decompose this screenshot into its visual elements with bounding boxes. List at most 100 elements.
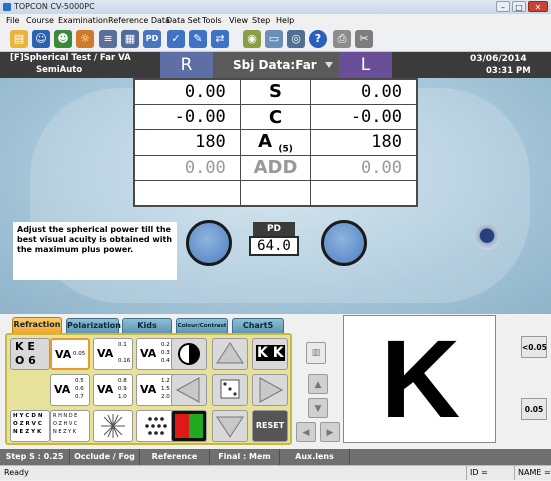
left-lens	[321, 220, 367, 266]
va-chart-button-1[interactable]: VA 0.1 0.16	[93, 338, 133, 370]
adjust-chart-icon[interactable]: ⇄	[211, 30, 229, 48]
pd-tool-icon[interactable]: PD	[143, 30, 161, 48]
patient-icon[interactable]: ☺	[32, 30, 50, 48]
test-name: [F]Spherical Test / Far VA	[10, 53, 131, 63]
va-values: 0.8 0.9 1.0	[118, 378, 127, 400]
va-single-button[interactable]: VA 0.05	[50, 338, 90, 370]
reset-button[interactable]: RESET	[252, 410, 288, 442]
va-chart-button-3[interactable]: VA 0.5 0.6 0.7	[50, 374, 90, 406]
close-button[interactable]: ✕	[528, 1, 548, 12]
va-chart-button-5[interactable]: VA 1.2 1.5 2.0	[136, 374, 176, 406]
open-folder-icon[interactable]: ▤	[10, 30, 28, 48]
left-eye-button[interactable]: L	[339, 52, 392, 78]
check-chart-icon[interactable]: ✓	[167, 30, 185, 48]
scroll-up-icon[interactable]: ▲	[308, 374, 328, 394]
title-bar: TOPCON CV-5000PC – □ ✕	[0, 0, 551, 14]
va-label: VA	[140, 347, 157, 360]
tab-polarization[interactable]: Polarization	[66, 318, 121, 333]
menu-tools[interactable]: Tools	[202, 14, 222, 27]
arrow-right-icon[interactable]	[252, 374, 288, 406]
letter-chart-text: H Y C D NO Z R V CN E Z Y K	[13, 413, 43, 435]
menu-reference-data[interactable]: Reference Data	[108, 14, 170, 27]
monitor-icon[interactable]: ▭	[265, 30, 283, 48]
va-chart-icon[interactable]: ✎	[189, 30, 207, 48]
left-axis-value[interactable]: 180	[310, 129, 418, 156]
arrow-up-icon[interactable]	[212, 338, 248, 370]
menu-view[interactable]: View	[229, 14, 248, 27]
split-view-icon[interactable]: ▥	[306, 342, 326, 364]
cylinder-label[interactable]: C	[239, 103, 312, 131]
eye-icon[interactable]: ◎	[287, 30, 305, 48]
tab-refraction[interactable]: Refraction	[12, 317, 62, 334]
right-axis-value[interactable]: 180	[133, 129, 241, 156]
left-sphere-value[interactable]: 0.00	[310, 78, 418, 105]
group-icon[interactable]: ☻	[54, 30, 72, 48]
tab-chart5[interactable]: Chart5	[232, 318, 284, 333]
left-add-value[interactable]: 0.00	[310, 154, 418, 182]
axis-label-cell[interactable]: A (5)	[239, 129, 312, 156]
list-icon[interactable]: ≡	[99, 30, 117, 48]
axis-step: (5)	[278, 144, 293, 155]
va-chart-button-4[interactable]: VA 0.8 0.9 1.0	[93, 374, 133, 406]
va-label: VA	[55, 348, 72, 361]
pd-value[interactable]: 64.0	[249, 236, 299, 256]
va-005-button[interactable]: 0.05	[521, 398, 547, 420]
right-cylinder-value[interactable]: -0.00	[133, 103, 241, 131]
menu-step[interactable]: Step	[252, 14, 270, 27]
letter-chart-button-1[interactable]: H Y C D NO Z R V CN E Z Y K	[10, 410, 50, 442]
right-add-value[interactable]: 0.00	[133, 154, 241, 182]
print-icon[interactable]: ⎙	[333, 30, 351, 48]
menu-file[interactable]: File	[6, 14, 19, 27]
sphere-label[interactable]: S	[239, 78, 312, 105]
scroll-right-icon[interactable]: ▶	[320, 422, 340, 442]
right-sphere-value[interactable]: 0.00	[133, 78, 241, 105]
ke-chart-button[interactable]: K E O 6	[10, 338, 50, 370]
chart-preview: K	[343, 315, 496, 443]
menu-course[interactable]: Course	[26, 14, 54, 27]
help-icon[interactable]: ?	[309, 30, 327, 48]
reference-data-button[interactable]: Reference Data	[140, 449, 210, 477]
group-settings-icon[interactable]: ☼	[76, 30, 94, 48]
va-chart-button-2[interactable]: VA 0.2 0.3 0.4	[136, 338, 176, 370]
knob-icon[interactable]	[474, 224, 500, 250]
va-values: 0.1 0.16	[118, 342, 131, 364]
red-green-chart-icon[interactable]	[171, 410, 207, 442]
layout-icon[interactable]: ▦	[121, 30, 139, 48]
left-cylinder-value[interactable]: -0.00	[310, 103, 418, 131]
row-cylinder: -0.00 C -0.00	[133, 103, 418, 131]
lens-meter-icon[interactable]: ◉	[243, 30, 261, 48]
chart-selection-panel: K E O 6 VA 0.05 VA 0.1 0.16 VA 0.2 0.3 0.4 …	[5, 333, 292, 445]
axis-label: A	[258, 130, 273, 152]
occlude-fog-button[interactable]: Occlude / Fog	[70, 449, 140, 465]
sbj-data-dropdown[interactable]: Sbj Data:Far	[213, 52, 339, 78]
menu-examination[interactable]: Examination	[58, 14, 108, 27]
add-label[interactable]: ADD	[239, 154, 312, 182]
minimize-button[interactable]: –	[496, 1, 510, 12]
half-circle-icon[interactable]	[171, 338, 207, 370]
date-display: 03/06/2014	[470, 54, 527, 64]
arrow-left-icon[interactable]	[171, 374, 207, 406]
arrow-down-icon[interactable]	[212, 410, 248, 442]
astigmatism-chart-icon[interactable]	[93, 410, 133, 442]
right-eye-button[interactable]: R	[160, 52, 213, 78]
wrench-icon[interactable]: ✂	[355, 30, 373, 48]
final-mem-button[interactable]: Final : Mem	[210, 449, 280, 465]
va-label: VA	[97, 383, 114, 396]
letter-chart-button-2[interactable]: R H N D EO Z H V CN E Z Y K	[50, 410, 90, 442]
tab-kids[interactable]: Kids	[122, 318, 172, 333]
chevron-down-icon	[325, 62, 333, 68]
va-below-button[interactable]: <0.05	[521, 336, 547, 358]
aux-lens-button[interactable]: Aux.lens	[280, 449, 350, 465]
menu-help[interactable]: Help	[276, 14, 294, 27]
step-s-button[interactable]: Step S : 0.25	[0, 449, 70, 465]
maximize-button[interactable]: □	[512, 1, 526, 12]
dot-chart-icon[interactable]	[136, 410, 176, 442]
scroll-left-icon[interactable]: ◀	[296, 422, 316, 442]
va-value: 0.05	[73, 351, 86, 357]
va-label: VA	[97, 347, 114, 360]
scroll-down-icon[interactable]: ▼	[308, 398, 328, 418]
dice-icon[interactable]	[212, 374, 248, 406]
menu-data-set[interactable]: Data Set	[166, 14, 201, 27]
kk-chart-button[interactable]: K K	[252, 338, 288, 370]
tab-colour-contrast[interactable]: Colour/Contrast	[176, 318, 228, 333]
